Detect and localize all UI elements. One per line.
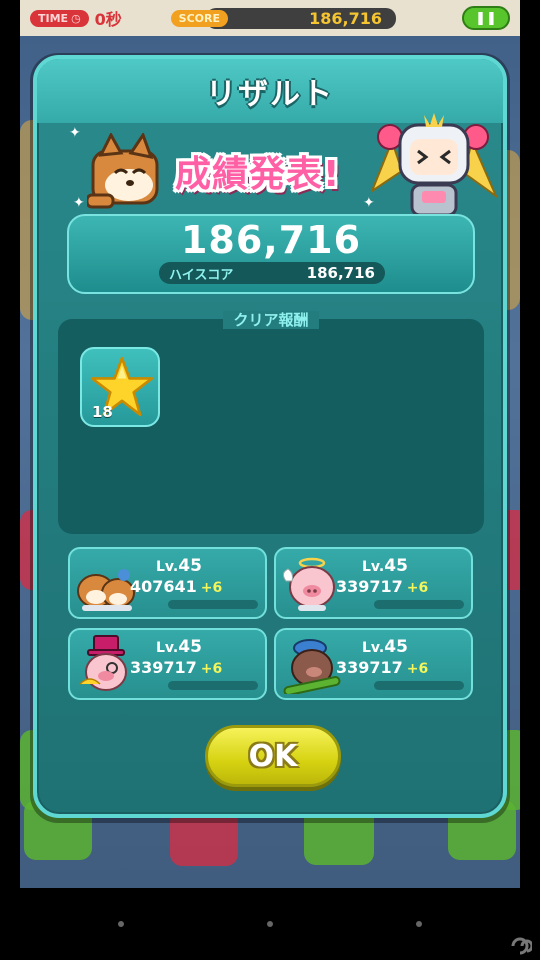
pause-icon: ❚❚ [475,10,497,26]
dog-pair-icon [77,569,135,611]
score-value: 186,716 [206,7,397,29]
sparkle-icon: ✦ [73,195,85,211]
reward-title: クリア報酬 [58,309,484,330]
nav-home-button[interactable] [267,921,273,927]
nav-back-button[interactable] [118,921,124,927]
nav-recents-button[interactable] [416,921,422,927]
highscore-bar: ハイスコア 186,716 [159,262,385,284]
character-exp: 339717 +6 [130,658,223,677]
character-exp: 407641 +6 [130,577,223,596]
skater-pig-icon [283,639,341,694]
shiba-dog-icon [87,133,159,209]
character-card-3: Lv.45 339717 +6 [68,628,267,700]
character-level: Lv.45 [362,556,408,576]
reward-count: 18 [92,403,113,421]
time-value: 0秒 [94,10,122,29]
site-logo-icon [511,937,532,955]
reward-item: 18 [80,347,160,427]
sparkle-icon: ✦ [69,125,81,141]
character-exp: 339717 +6 [336,577,429,596]
ok-button[interactable]: OK [205,725,341,787]
character-exp: 339717 +6 [336,658,429,677]
clear-reward-panel: クリア報酬 18 [58,311,484,534]
time-label: TIME ◷ [30,9,89,27]
reward-title-text: クリア報酬 [223,311,319,329]
game-hud: TIME ◷ 0秒 SCORE 186,716 ❚❚ [20,0,520,36]
score-panel: 186,716 ハイスコア 186,716 [67,214,475,294]
character-card-1: Lv.45 407641 +6 [68,547,267,619]
character-exp-bar [374,681,464,690]
ok-label: OK [248,738,298,774]
character-card-2: Lv.45 339717 +6 [274,547,473,619]
dialog-title: リザルト [206,77,334,112]
princess-icon [372,113,497,227]
character-level: Lv.45 [156,637,202,657]
result-score: 186,716 [180,218,362,262]
character-exp-bar [168,600,258,609]
character-exp-bar [168,681,258,690]
pause-button[interactable]: ❚❚ [462,6,510,30]
magician-pig-icon [79,635,127,691]
character-card-4: Lv.45 339717 +6 [274,628,473,700]
highscore-value: 186,716 [306,264,375,282]
result-dialog: リザルト ✦ ✦ ✦ 成績発表! 186,716 ハイスコア 186,716 ク… [33,55,507,818]
announcement-text: 成績発表! [175,154,341,195]
score-label: SCORE [170,9,229,27]
clock-icon: ◷ [71,11,81,25]
highscore-label: ハイスコア [169,267,234,283]
character-exp-bar [374,600,464,609]
angel-pig-icon [282,557,335,611]
character-level: Lv.45 [156,556,202,576]
character-level: Lv.45 [362,637,408,657]
